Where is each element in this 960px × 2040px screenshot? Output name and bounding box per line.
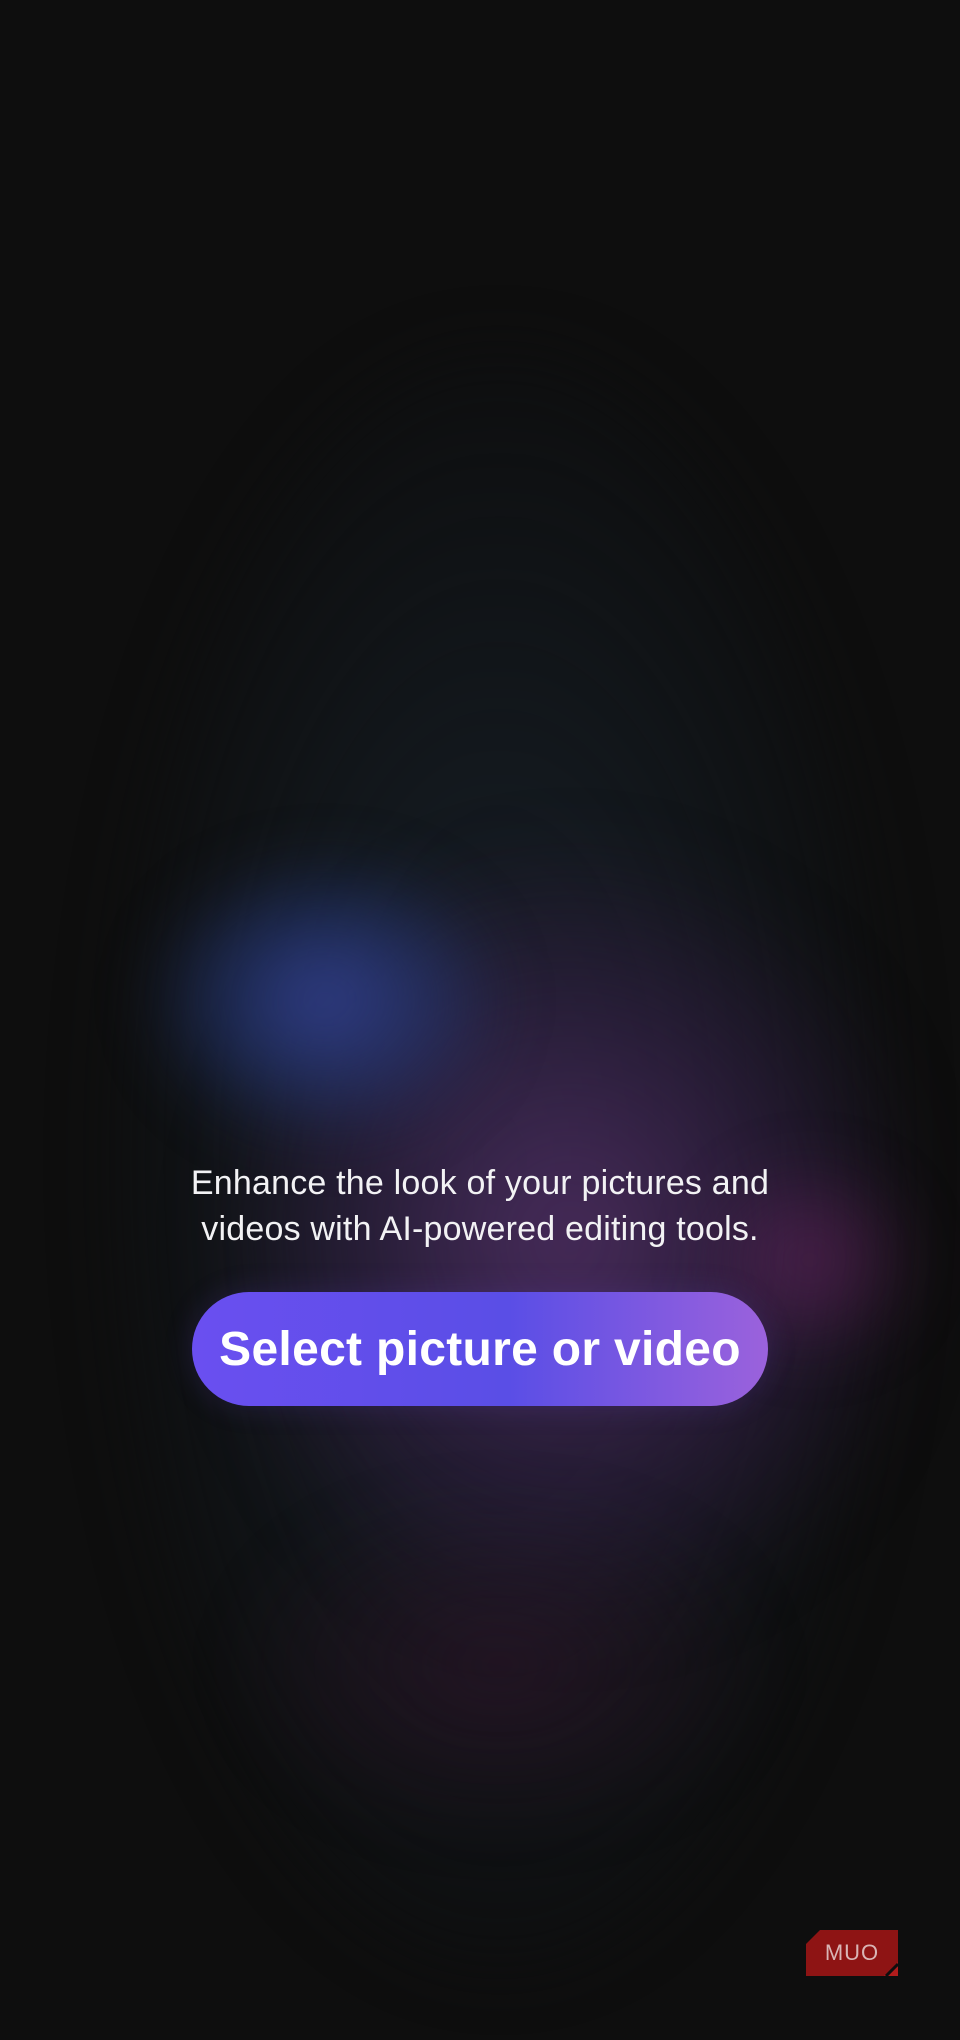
background-lower-glow xyxy=(240,1500,760,1830)
description-text: Enhance the look of your pictures and vi… xyxy=(190,1164,770,1248)
app-screen: Enhance the look of your pictures and vi… xyxy=(0,0,960,2040)
watermark-text: MUO xyxy=(824,1940,880,1965)
muo-watermark: MUO xyxy=(806,1930,900,1978)
main-content: Enhance the look of your pictures and vi… xyxy=(0,1160,960,1406)
background-blue-glow xyxy=(150,860,500,1140)
select-picture-or-video-button[interactable]: Select picture or video xyxy=(192,1292,768,1406)
